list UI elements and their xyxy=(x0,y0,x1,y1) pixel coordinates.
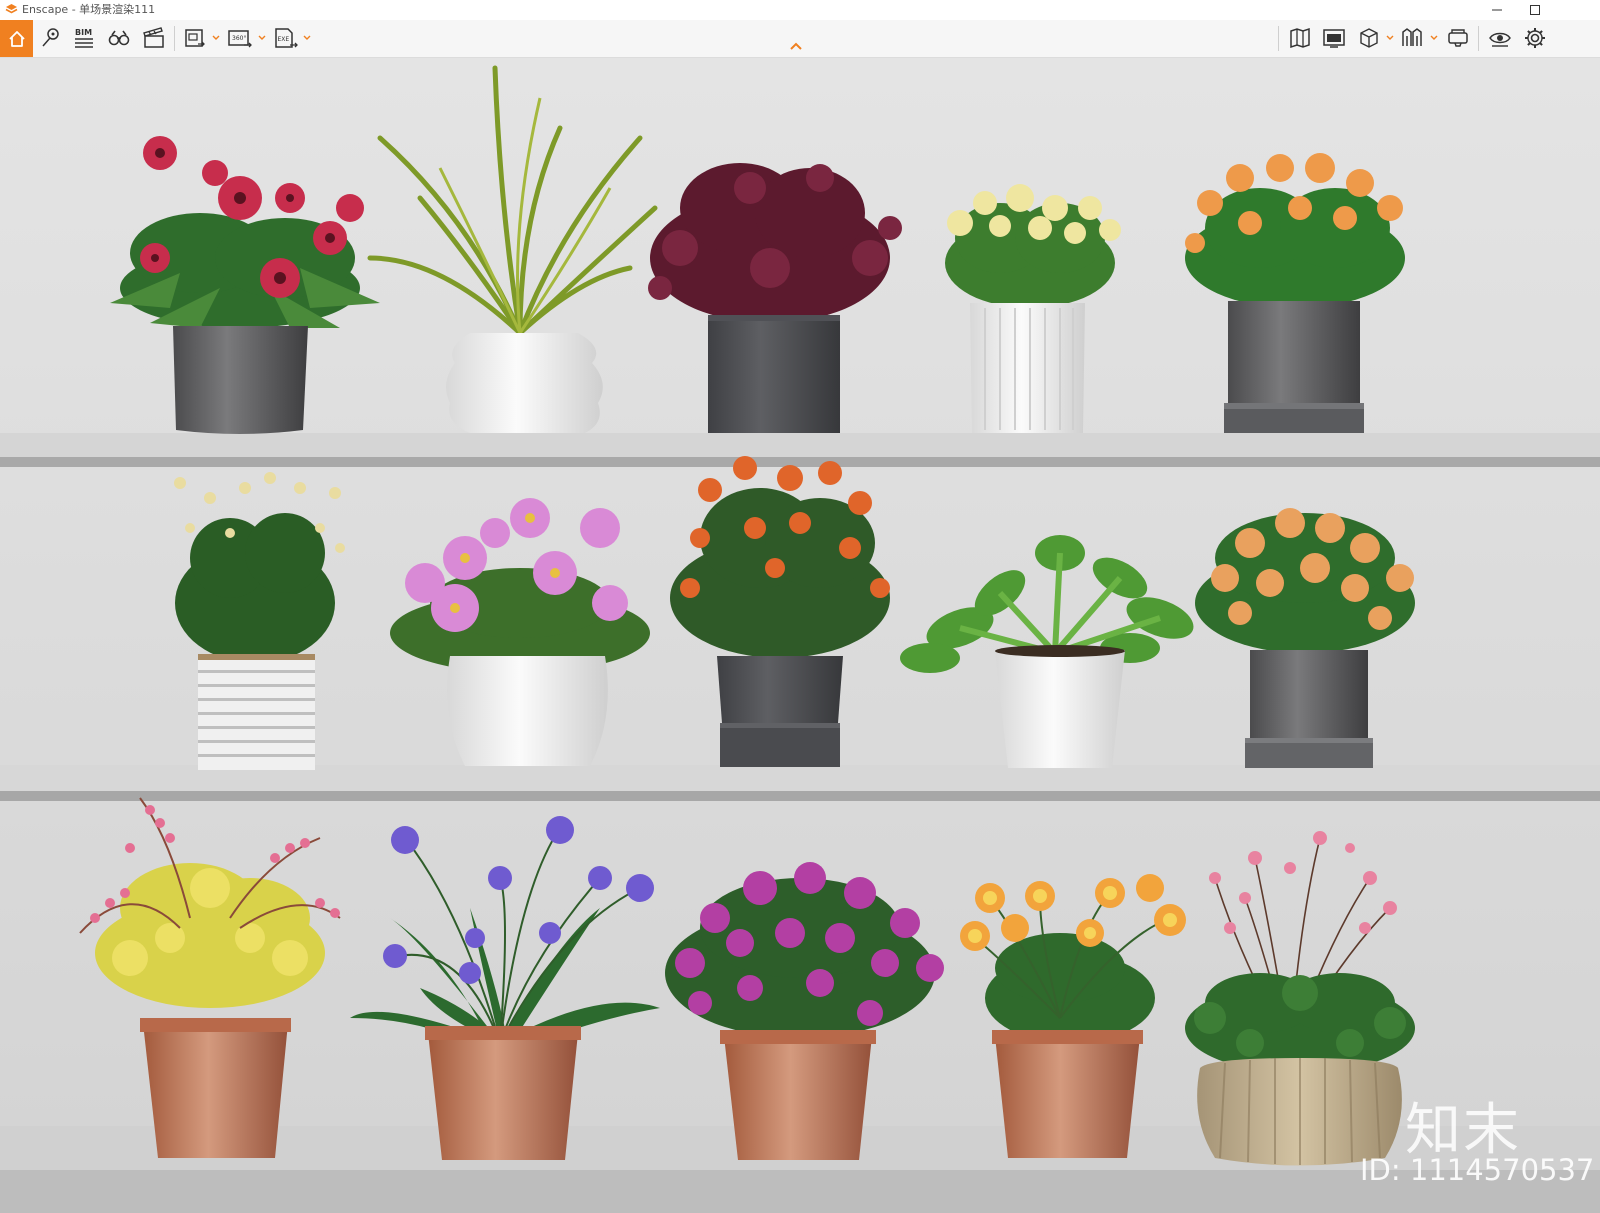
panorama-360-label: 360° xyxy=(232,35,246,42)
rendered-scene xyxy=(0,58,1600,1213)
screenshot-export-button[interactable] xyxy=(181,24,209,52)
asset-library-button[interactable] xyxy=(1398,24,1426,52)
map-button[interactable] xyxy=(1286,24,1314,52)
exe-export-button[interactable]: EXE xyxy=(272,24,300,52)
bim-button[interactable]: BIM xyxy=(70,24,98,52)
chevron-down-icon[interactable] xyxy=(1430,34,1438,42)
exe-label: EXE xyxy=(278,36,290,43)
shelf-top xyxy=(0,433,1600,467)
enscape-logo-icon xyxy=(5,4,18,14)
asset-pin-icon xyxy=(42,28,59,47)
library-icon xyxy=(1402,28,1422,46)
binoculars-icon xyxy=(108,30,130,46)
chevron-up-icon[interactable] xyxy=(788,41,804,53)
view-mode-button[interactable] xyxy=(1355,24,1383,52)
clapperboard-icon xyxy=(143,27,164,48)
chevron-down-icon[interactable] xyxy=(258,34,266,42)
render-window-icon xyxy=(1323,29,1345,48)
toolbar-separator xyxy=(1478,26,1479,51)
home-icon xyxy=(8,30,25,47)
bim-label: BIM xyxy=(75,28,92,37)
general-settings-button[interactable] xyxy=(1521,24,1549,52)
visual-settings-button[interactable] xyxy=(1486,24,1514,52)
cube-view-icon xyxy=(1360,28,1378,48)
maximize-icon xyxy=(1530,5,1540,15)
chevron-down-icon[interactable] xyxy=(303,34,311,42)
chevron-down-icon[interactable] xyxy=(212,34,220,42)
window-title: Enscape - 单场景渲染111 xyxy=(22,3,156,16)
panorama-360-export-icon: 360° xyxy=(228,30,252,48)
bim-icon: BIM xyxy=(75,28,93,48)
minimize-icon xyxy=(1492,9,1502,11)
toolbar: BIM 360° EXE xyxy=(0,20,1600,58)
shelf-middle xyxy=(0,765,1600,801)
asset-pin-button[interactable] xyxy=(36,24,64,52)
render-viewport[interactable]: 知末 ID: 1114570537 xyxy=(0,58,1600,1213)
toolbar-separator xyxy=(174,26,175,51)
watermark-id: ID: 1114570537 xyxy=(1360,1153,1595,1187)
vr-headset-icon xyxy=(1448,29,1468,47)
vr-headset-button[interactable] xyxy=(1444,24,1472,52)
minimize-button[interactable] xyxy=(1482,0,1512,20)
render-window-button[interactable] xyxy=(1320,24,1348,52)
home-button[interactable] xyxy=(0,20,33,57)
exe-export-icon: EXE xyxy=(275,28,298,48)
title-bar: Enscape - 单场景渲染111 xyxy=(0,0,1600,21)
screenshot-export-icon xyxy=(185,29,205,47)
map-icon xyxy=(1290,27,1310,49)
visual-settings-eye-icon xyxy=(1489,32,1511,47)
chevron-down-icon[interactable] xyxy=(1386,34,1394,42)
maximize-button[interactable] xyxy=(1520,0,1550,20)
settings-gear-icon xyxy=(1525,28,1545,48)
panorama-export-button[interactable]: 360° xyxy=(226,24,254,52)
toolbar-separator xyxy=(1278,26,1279,51)
binoculars-button[interactable] xyxy=(105,24,133,52)
video-editor-button[interactable] xyxy=(140,24,168,52)
